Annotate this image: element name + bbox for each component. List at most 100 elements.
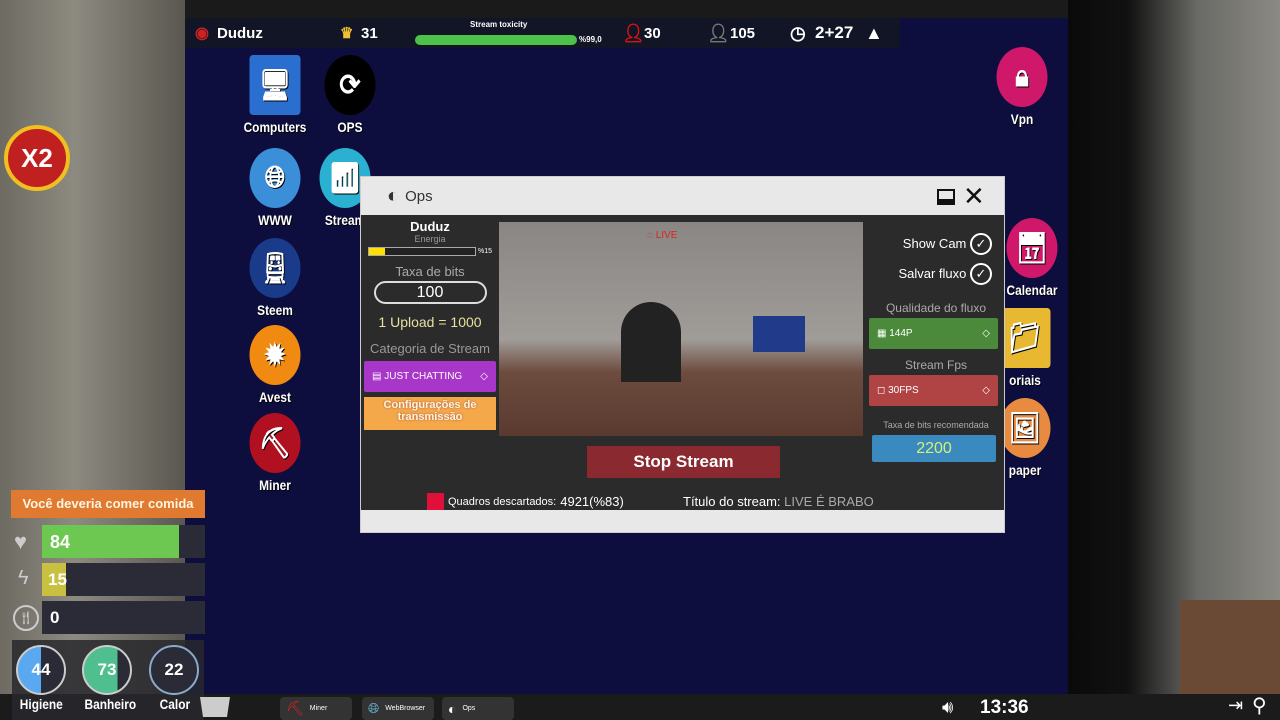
triangle-up-icon[interactable]: ▲ — [865, 23, 883, 44]
pickaxe-icon: ⛏︎ — [286, 700, 304, 716]
fps-select[interactable]: ◻ 30FPS ◇ — [869, 375, 998, 406]
desktop-icon-miner[interactable]: ⛏︎ Miner — [241, 413, 309, 493]
minimize-button[interactable] — [937, 189, 955, 205]
food-value: 0 — [50, 608, 60, 627]
toxicity-label: Stream toxicity — [470, 20, 528, 29]
fps-value: 30FPS — [888, 385, 919, 396]
ops-icon: ◐ — [448, 700, 457, 717]
clock: 13:36 — [980, 697, 1029, 718]
stream-preview: ◌ LIVE — [499, 222, 863, 436]
stream-title-label: Título do stream: — [683, 494, 781, 509]
player-name: Duduz — [217, 24, 263, 42]
desktop-icon-vpn[interactable]: 🔒︎ Vpn — [988, 47, 1056, 127]
desktop-icon-www[interactable]: 🌐︎ WWW — [241, 148, 309, 228]
bitrate-input[interactable]: 100 — [373, 281, 487, 304]
exit-icon[interactable]: ⇥ — [1228, 695, 1243, 716]
heat-label: Calor — [159, 696, 191, 712]
search-icon[interactable]: ⚲ — [1252, 693, 1267, 718]
taskbar-app-ops[interactable]: ◐ Ops — [442, 697, 514, 720]
heat-value: 22 — [164, 660, 184, 679]
heat-ring: 22 — [149, 645, 199, 695]
ops-window: ◐ Ops ✕ Duduz Energia %15 Taxa de bits 1… — [360, 176, 1005, 533]
start-button[interactable] — [200, 697, 230, 717]
desktop-icon-calendar[interactable]: 📅︎ Calendar — [998, 218, 1066, 298]
stream-title-row: Título do stream: LIVE É BRABO — [683, 494, 874, 509]
save-stream-toggle[interactable]: Salvar fluxo ✓ — [866, 263, 1006, 285]
chevron-updown-icon: ◇ — [480, 371, 488, 382]
stop-stream-button[interactable]: Stop Stream — [587, 446, 780, 478]
crown-count: 31 — [361, 24, 378, 42]
toxicity-value: %99,0 — [579, 35, 602, 44]
energy-stat-value: 15 — [48, 570, 67, 589]
live-label: LIVE — [655, 230, 678, 241]
dropped-label: Quadros descartados: — [448, 495, 557, 508]
icon-label: Vpn — [1010, 111, 1034, 127]
multiplier-text: X2 — [21, 142, 53, 173]
health-value: 84 — [50, 532, 71, 552]
volume-icon[interactable]: 🔊︎ — [942, 697, 953, 718]
streamer-name: Duduz — [410, 219, 450, 234]
show-cam-label: Show Cam — [902, 236, 967, 251]
right-panel: Show Cam ✓ Salvar fluxo ✓ Qualidade do f… — [866, 215, 1006, 462]
energy-value: %15 — [478, 248, 493, 255]
category-select[interactable]: ▤ JUST CHATTING ◇ — [364, 361, 496, 392]
bathroom-value: 73 — [97, 660, 117, 679]
multiplier-badge: X2 — [4, 125, 70, 191]
window-title: Ops — [405, 187, 433, 205]
category-label: Categoria de Stream — [370, 341, 490, 356]
icon-label: paper — [1008, 462, 1042, 478]
taskbar-app-label: Ops — [462, 705, 476, 712]
hygiene-label: Higiene — [19, 696, 63, 712]
crown-icon: ♛ — [340, 25, 354, 42]
taskbar-app-label: WebBrowser — [385, 705, 426, 712]
broadcast-settings-button[interactable]: Configurações de transmissão — [364, 397, 496, 430]
ops-logo-icon: ◐ — [387, 184, 400, 207]
left-panel: Duduz Energia %15 Taxa de bits 100 1 Upl… — [361, 215, 499, 430]
live-indicator: ◌ LIVE — [647, 230, 678, 241]
clock-icon: ◷ — [790, 22, 806, 43]
chevron-updown-icon: ◇ — [982, 328, 990, 339]
fork-knife-icon: 🍴︎ — [13, 605, 39, 631]
icon-label: Calendar — [1006, 282, 1058, 298]
timer: 2+27 — [815, 23, 854, 42]
category-value: JUST CHATTING — [384, 371, 463, 382]
stream-title-value: LIVE É BRABO — [784, 494, 874, 509]
desktop-icon-avest[interactable]: ✹ Avest — [241, 325, 309, 405]
bitrate-label: Taxa de bits — [395, 264, 465, 279]
icon-label: Steem — [257, 302, 293, 318]
taskbar-app-label: Miner — [309, 705, 328, 712]
show-cam-toggle[interactable]: Show Cam ✓ — [866, 233, 1006, 255]
heart-icon: ♥ — [14, 529, 28, 554]
icon-label: OPS — [337, 119, 363, 135]
desktop-icon-computers[interactable]: 🖥 Computers — [241, 55, 309, 135]
quality-value: 144P — [889, 328, 913, 339]
hunger-warning: Você deveria comer comida — [11, 490, 205, 518]
character — [621, 302, 681, 382]
close-button[interactable]: ✕ — [963, 181, 985, 212]
quality-select[interactable]: ▦ 144P ◇ — [869, 318, 998, 349]
icon-label: oriais — [1009, 372, 1041, 388]
red-count: 30 — [644, 24, 661, 42]
poster — [753, 316, 805, 352]
food-bar-track — [42, 601, 205, 634]
upload-rate: 1 Upload = 1000 — [378, 314, 482, 330]
dropped-value: 4921(%83) — [560, 494, 624, 509]
desktop-icon-ops[interactable]: ⟳ OPS — [316, 55, 384, 135]
viewer-count: 105 — [730, 24, 756, 42]
fps-label: Stream Fps — [904, 358, 967, 372]
dropped-frames: Quadros descartados: 4921(%83) — [427, 493, 624, 510]
energy-label: Energia — [414, 234, 446, 244]
taskbar-app-miner[interactable]: ⛏︎ Miner — [280, 697, 352, 720]
lightning-icon: ϟ — [18, 567, 29, 589]
desktop-icon-steem[interactable]: 🚆︎ Steem — [241, 238, 309, 318]
save-stream-label: Salvar fluxo — [898, 266, 967, 281]
check-icon: ✓ — [970, 263, 992, 285]
recommended-bitrate: 2200 — [872, 435, 996, 462]
recommended-bitrate-label: Taxa de bits recomendada — [883, 420, 989, 430]
window-titlebar[interactable]: ◐ Ops ✕ — [361, 177, 1004, 215]
icon-label: Avest — [259, 389, 291, 405]
taskbar-app-webbrowser[interactable]: 🌐︎ WebBrowser — [362, 697, 434, 720]
user-red-icon: 👤︎ — [622, 22, 645, 43]
icon-label: Miner — [259, 477, 291, 493]
hygiene-ring: 44 — [16, 645, 66, 695]
